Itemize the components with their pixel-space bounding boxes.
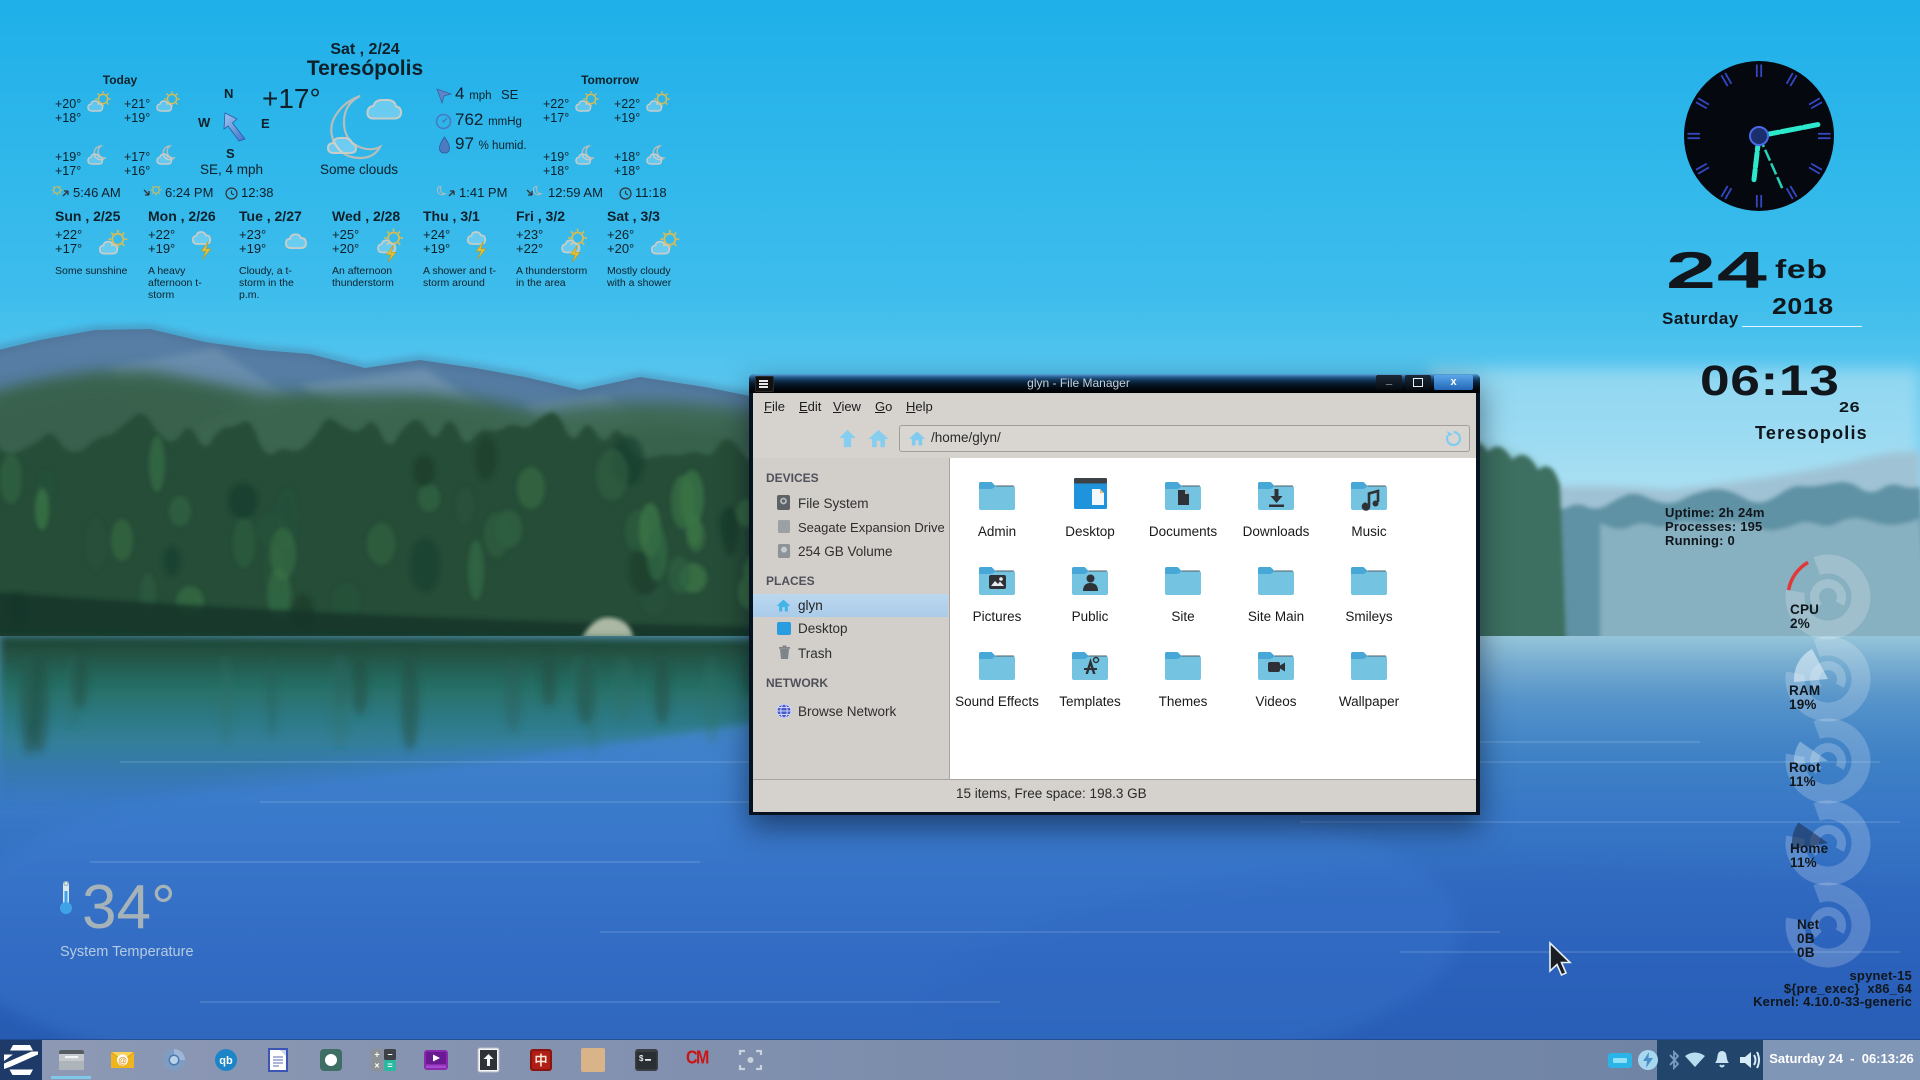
svg-text:中: 中 bbox=[534, 1053, 547, 1068]
svg-text:@: @ bbox=[118, 1056, 127, 1066]
svg-text:qb: qb bbox=[219, 1055, 233, 1067]
svg-text:$: $ bbox=[639, 1054, 644, 1063]
svg-text:=: = bbox=[387, 1061, 392, 1071]
svg-text:+: + bbox=[374, 1050, 379, 1060]
svg-text:×: × bbox=[374, 1061, 379, 1071]
svg-text:−: − bbox=[387, 1050, 392, 1060]
